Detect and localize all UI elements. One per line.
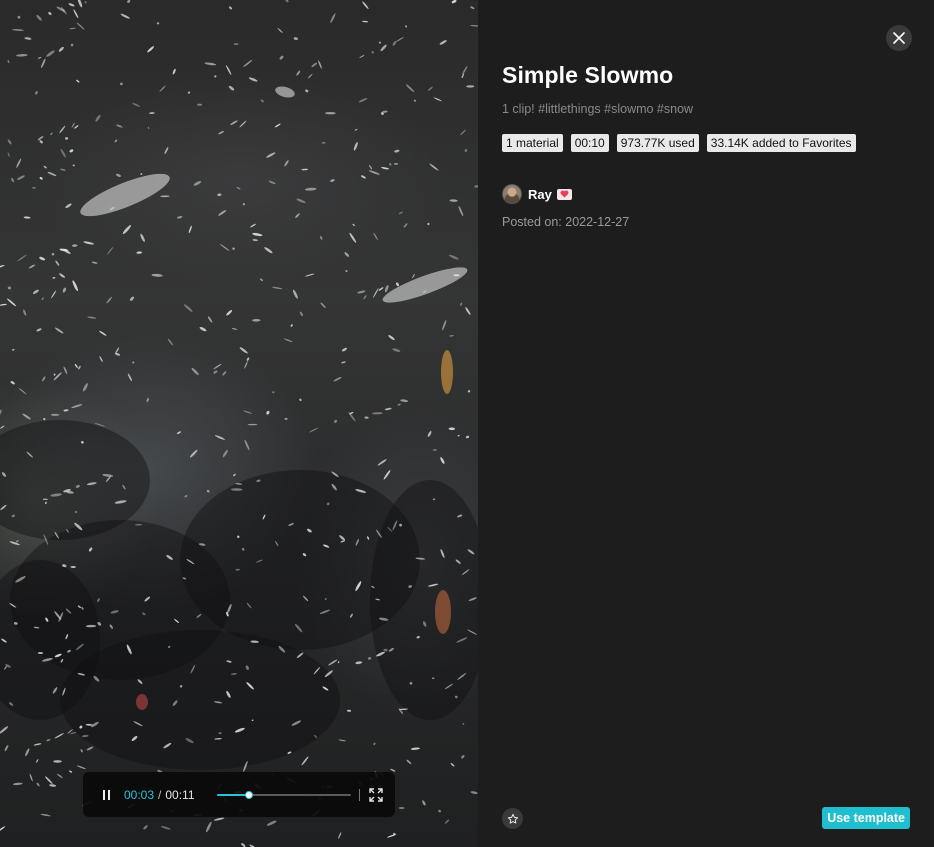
progress-fill <box>216 793 249 796</box>
video-preview[interactable]: 00:03 / 00:11 <box>0 0 478 847</box>
template-description: 1 clip! #littlethings #slowmo #snow <box>502 102 694 116</box>
total-time: 00:11 <box>165 787 195 802</box>
template-info-panel: Simple Slowmo 1 clip! #littlethings #slo… <box>478 0 934 847</box>
close-button[interactable] <box>886 25 912 51</box>
fullscreen-button[interactable] <box>368 787 384 803</box>
favorites-count-badge: 33.14K added to Favorites <box>706 134 856 152</box>
usage-count-badge: 973.77K used <box>616 134 699 152</box>
posted-date: Posted on: 2022-12-27 <box>502 215 630 229</box>
progress-bar[interactable] <box>216 789 351 801</box>
pause-button[interactable] <box>97 786 115 804</box>
template-stats: 1 material 00:10 973.77K used 33.14K add… <box>502 134 856 152</box>
favorite-button[interactable] <box>502 808 523 829</box>
duration-badge: 00:10 <box>570 134 609 152</box>
controls-divider <box>358 788 360 801</box>
avatar[interactable] <box>502 184 522 204</box>
heart-icon <box>556 188 572 200</box>
author-info[interactable]: Ray <box>502 184 572 204</box>
fullscreen-icon <box>368 787 383 802</box>
snow-video-frame <box>0 0 478 847</box>
current-time: 00:03 <box>124 787 155 802</box>
star-icon <box>507 813 518 824</box>
template-preview-dialog: 00:03 / 00:11 Simple Slowmo 1 clip! #lit… <box>0 0 934 847</box>
pause-icon <box>102 789 105 800</box>
close-icon <box>893 32 905 44</box>
author-name[interactable]: Ray <box>528 187 552 202</box>
use-template-button[interactable]: Use template <box>822 807 910 829</box>
template-title: Simple Slowmo <box>502 62 674 88</box>
time-separator: / <box>158 787 162 802</box>
video-player-controls: 00:03 / 00:11 <box>83 772 395 817</box>
progress-handle[interactable] <box>244 790 253 799</box>
material-count-badge: 1 material <box>502 134 563 152</box>
